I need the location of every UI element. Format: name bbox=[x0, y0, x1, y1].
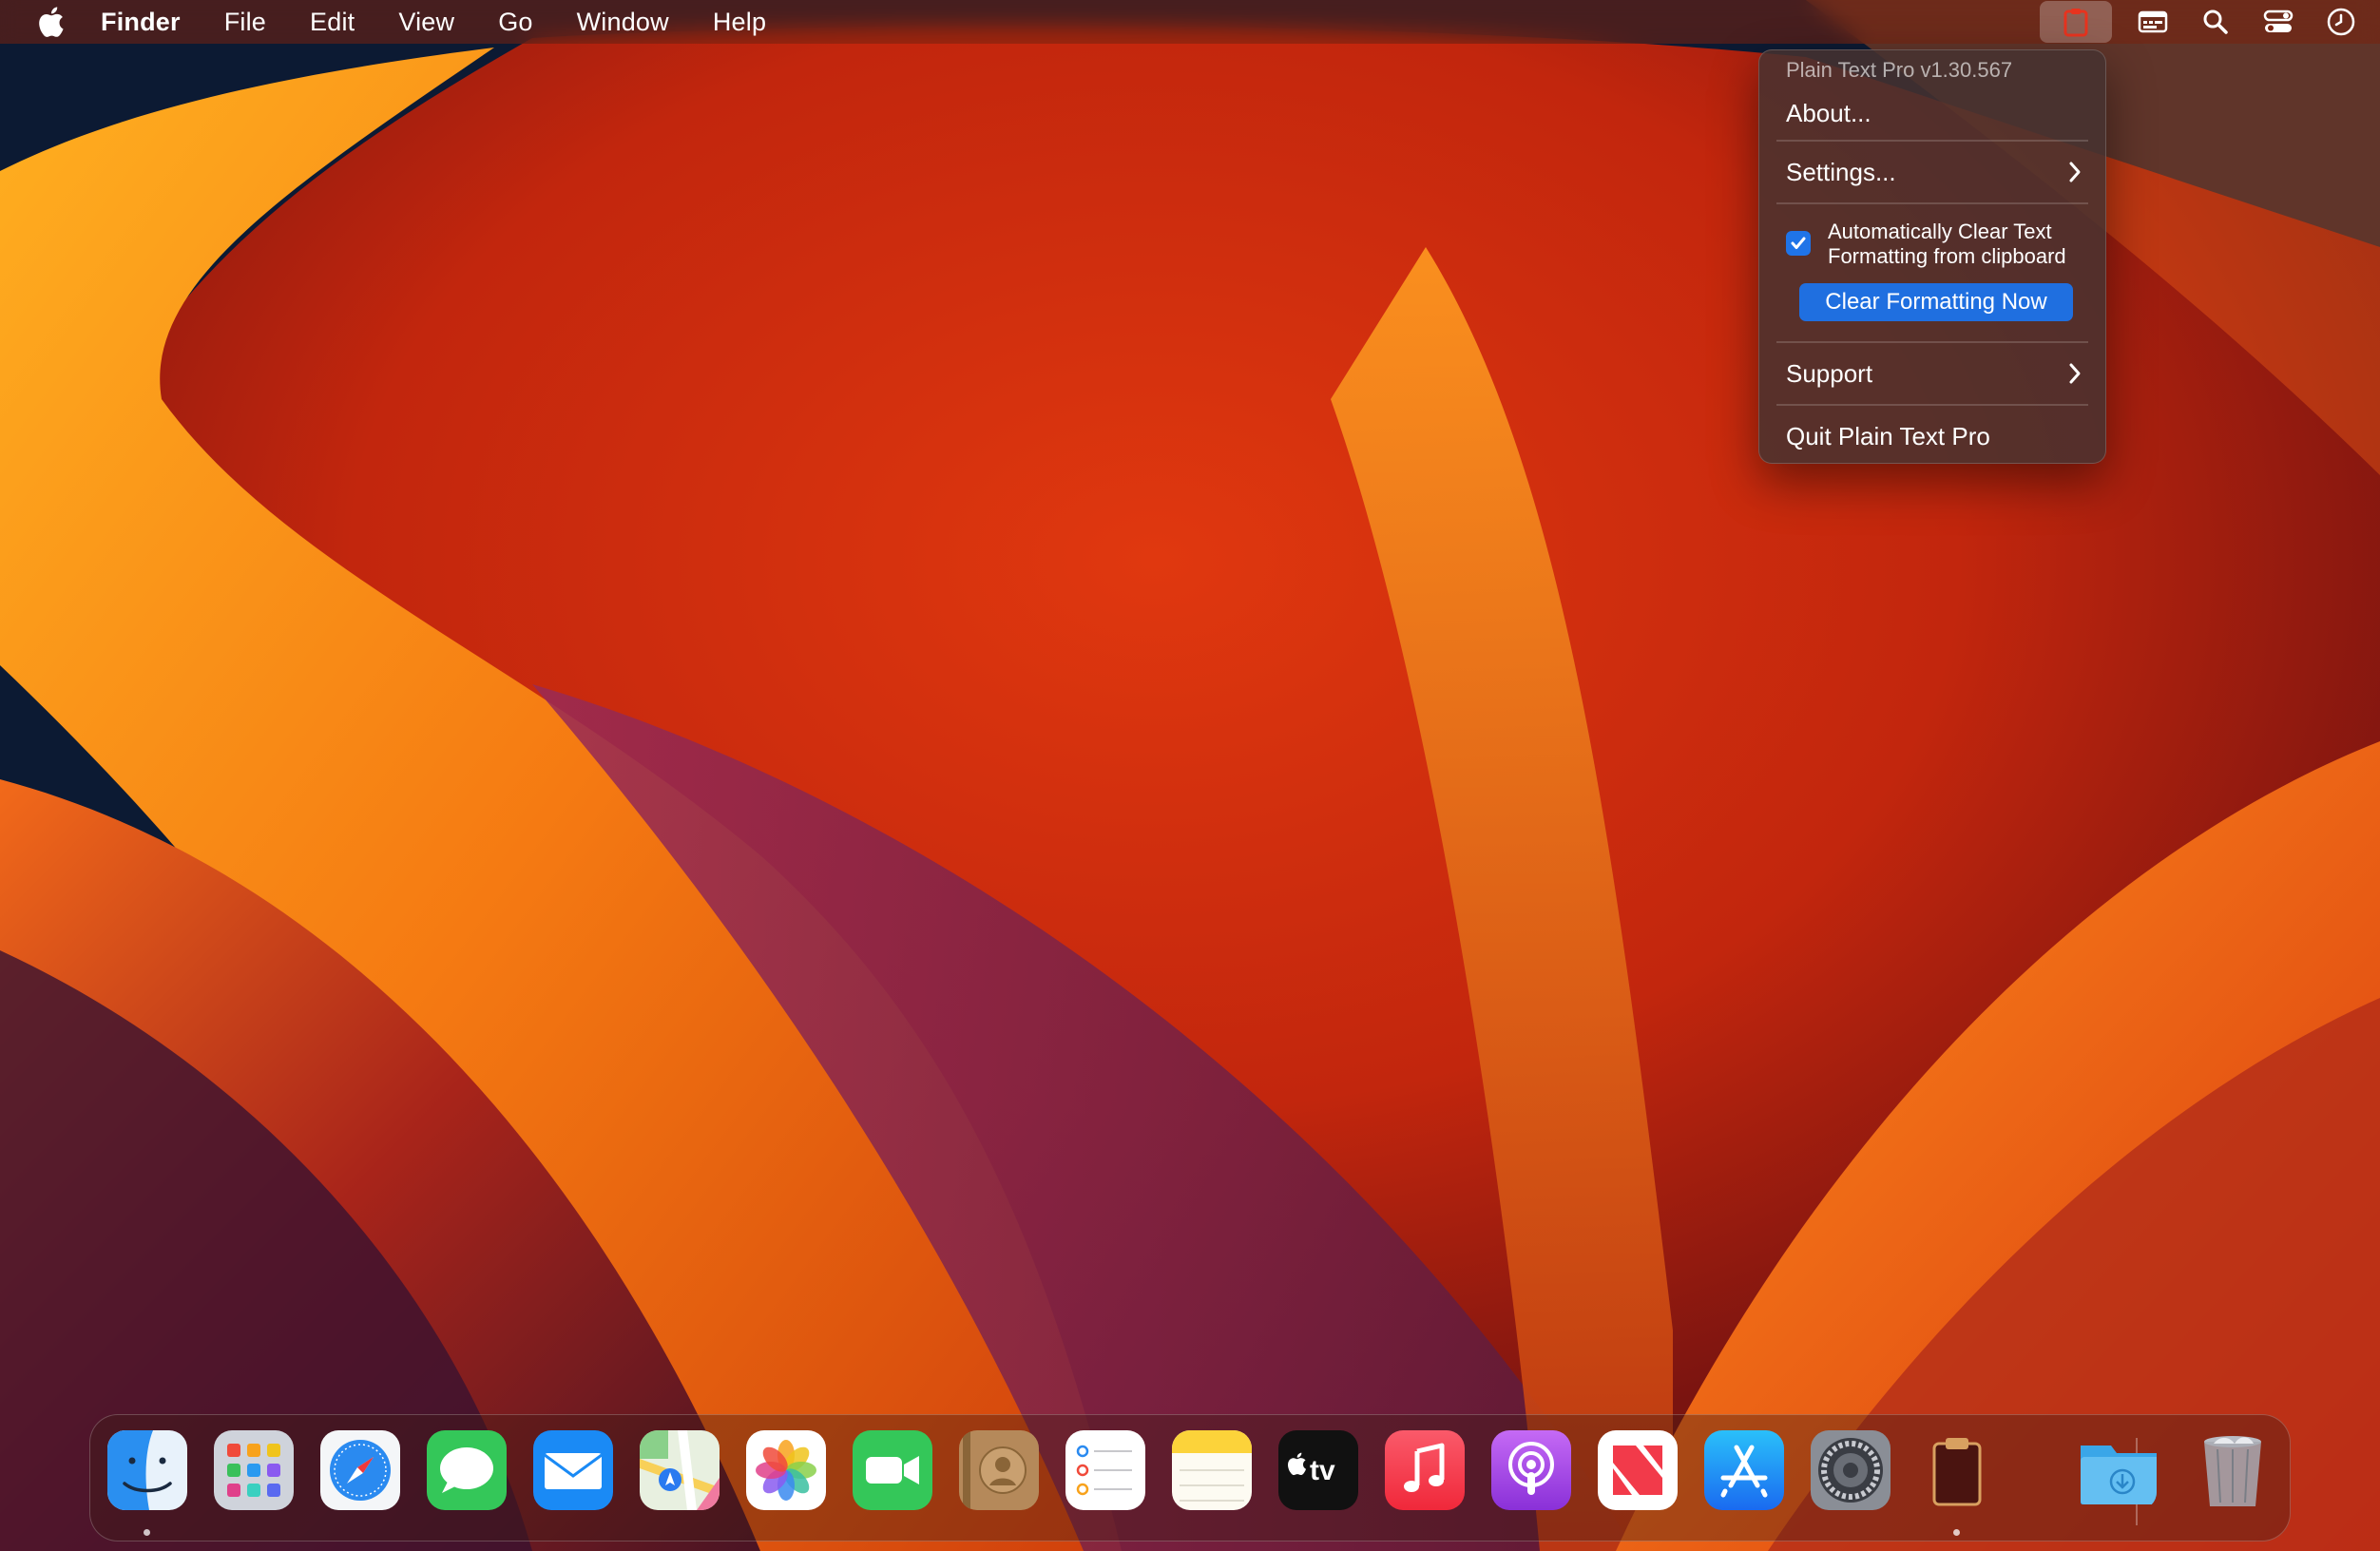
menu-window[interactable]: Window bbox=[577, 8, 669, 37]
clock-icon[interactable] bbox=[2319, 0, 2363, 44]
dock-plain-text-pro-icon[interactable] bbox=[1917, 1430, 1997, 1510]
chevron-right-icon bbox=[2069, 162, 2081, 182]
keyboard-viewer-icon[interactable] bbox=[2131, 0, 2175, 44]
menu-separator bbox=[1776, 202, 2088, 204]
dock-facetime-icon[interactable] bbox=[853, 1430, 932, 1510]
support-label: Support bbox=[1786, 358, 1873, 388]
dock-maps-icon[interactable] bbox=[640, 1430, 720, 1510]
dock-launchpad-icon[interactable] bbox=[214, 1430, 294, 1510]
menu-help[interactable]: Help bbox=[713, 8, 766, 37]
dock-photos-icon[interactable] bbox=[746, 1430, 826, 1510]
auto-clear-option[interactable]: Automatically Clear Text Formatting from… bbox=[1786, 220, 2113, 269]
dock-music-icon[interactable] bbox=[1385, 1430, 1465, 1510]
plain-text-pro-menu: Plain Text Pro v1.30.567 About... Settin… bbox=[1758, 49, 2106, 464]
dock-app-store-icon[interactable] bbox=[1704, 1430, 1784, 1510]
dock-safari-icon[interactable] bbox=[320, 1430, 400, 1510]
clipboard-icon[interactable] bbox=[2040, 1, 2112, 43]
about-label: About... bbox=[1786, 98, 1871, 127]
dock-messages-icon[interactable] bbox=[427, 1430, 507, 1510]
settings-label: Settings... bbox=[1786, 157, 1896, 186]
menu-separator bbox=[1776, 140, 2088, 142]
menu-edit[interactable]: Edit bbox=[310, 8, 355, 37]
checkmark-icon bbox=[1791, 237, 1806, 249]
about-menu-item[interactable]: About... bbox=[1786, 94, 2082, 132]
dock: tv bbox=[89, 1414, 2291, 1541]
status-area bbox=[2040, 0, 2380, 44]
dock-contacts-icon[interactable] bbox=[959, 1430, 1039, 1510]
settings-menu-item[interactable]: Settings... bbox=[1786, 153, 2082, 191]
dock-downloads-folder-icon[interactable] bbox=[2077, 1430, 2157, 1510]
quit-menu-item[interactable]: Quit Plain Text Pro bbox=[1786, 417, 2082, 455]
menu-view[interactable]: View bbox=[398, 8, 454, 37]
dock-notes-icon[interactable] bbox=[1172, 1430, 1252, 1510]
menu-app-name[interactable]: Finder bbox=[101, 8, 181, 37]
dock-reminders-icon[interactable] bbox=[1065, 1430, 1145, 1510]
running-indicator-finder bbox=[144, 1529, 150, 1536]
auto-clear-label: Automatically Clear Text Formatting from… bbox=[1828, 220, 2066, 268]
dock-system-settings-icon[interactable] bbox=[1811, 1430, 1891, 1510]
menu-go[interactable]: Go bbox=[498, 8, 532, 37]
dock-trash-icon[interactable] bbox=[2193, 1430, 2273, 1510]
svg-text:tv: tv bbox=[1310, 1455, 1335, 1486]
running-indicator-plain-text-pro bbox=[1953, 1529, 1960, 1536]
dock-apple-tv-icon[interactable]: tv bbox=[1278, 1430, 1358, 1510]
search-icon[interactable] bbox=[2194, 0, 2237, 44]
menu-version-header: Plain Text Pro v1.30.567 bbox=[1786, 58, 2013, 82]
menu-file[interactable]: File bbox=[224, 8, 266, 37]
menu-bar: Finder File Edit View Go Window Help bbox=[0, 0, 2380, 44]
support-menu-item[interactable]: Support bbox=[1786, 354, 2082, 393]
control-center-icon[interactable] bbox=[2256, 0, 2300, 44]
menu-separator bbox=[1776, 341, 2088, 343]
dock-podcasts-icon[interactable] bbox=[1491, 1430, 1571, 1510]
menu-separator bbox=[1776, 404, 2088, 406]
quit-label: Quit Plain Text Pro bbox=[1786, 421, 1990, 450]
chevron-right-icon bbox=[2069, 363, 2081, 384]
apple-icon[interactable] bbox=[36, 6, 65, 38]
clear-formatting-now-button[interactable]: Clear Formatting Now bbox=[1799, 283, 2073, 321]
dock-mail-icon[interactable] bbox=[533, 1430, 613, 1510]
dock-news-icon[interactable] bbox=[1598, 1430, 1678, 1510]
auto-clear-checkbox[interactable] bbox=[1786, 231, 1811, 256]
dock-finder-icon[interactable] bbox=[107, 1430, 187, 1510]
